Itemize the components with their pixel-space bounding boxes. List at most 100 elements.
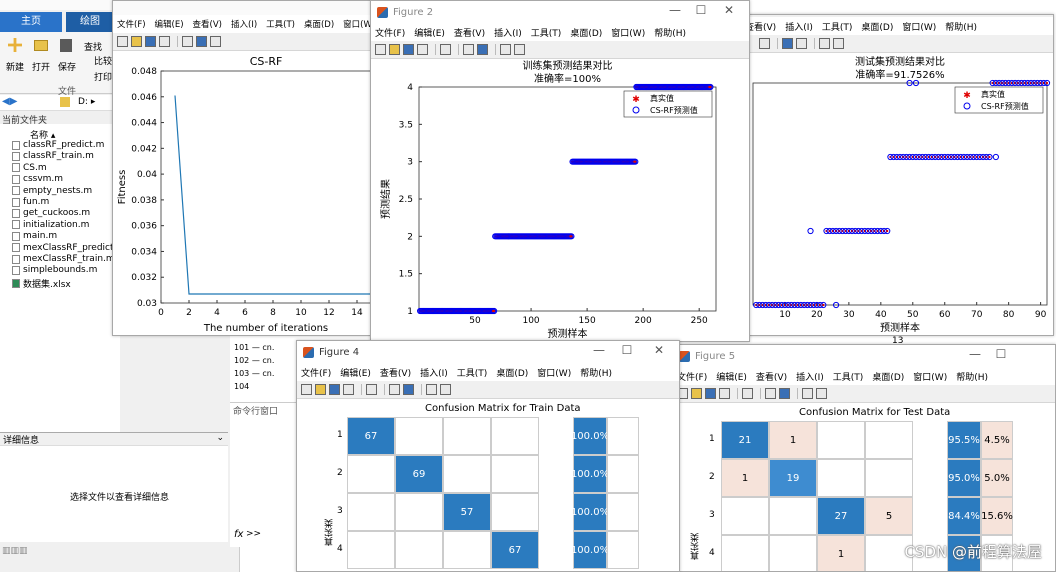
minimize-icon[interactable]: — bbox=[587, 343, 611, 357]
menu-item[interactable]: 帮助(H) bbox=[956, 370, 988, 383]
menu-item[interactable]: 窗口(W) bbox=[611, 26, 645, 39]
menu-item[interactable]: 查看(V) bbox=[380, 366, 411, 379]
x-tick-label: 4 bbox=[214, 308, 220, 318]
file-list-item[interactable]: CS.m bbox=[12, 163, 47, 173]
figure2-window: Figure 2 — ☐ ✕ 文件(F) 编辑(E) 查看(V) 插入(I) 工具(T)… bbox=[370, 0, 750, 342]
chevron-down-icon[interactable]: ⌄ bbox=[216, 433, 224, 443]
save-label[interactable]: 保存 bbox=[58, 60, 76, 73]
menu-item[interactable]: 插入(I) bbox=[796, 370, 824, 383]
menu-item[interactable]: 窗口(W) bbox=[913, 370, 947, 383]
colorbar-icon[interactable] bbox=[463, 44, 474, 55]
details-panel-header[interactable]: 详细信息 ⌄ bbox=[0, 432, 228, 446]
maximize-icon[interactable]: ☐ bbox=[615, 343, 639, 357]
menu-item[interactable]: 窗口(W) bbox=[537, 366, 571, 379]
nav-path[interactable]: D: ▸ bbox=[78, 97, 95, 107]
menu-item[interactable]: 工具(T) bbox=[531, 26, 562, 39]
menu-item[interactable]: 插入(I) bbox=[420, 366, 448, 379]
file-list-item[interactable]: simplebounds.m bbox=[12, 265, 97, 275]
file-list-item[interactable]: main.m bbox=[12, 231, 57, 241]
back-icon[interactable]: ◀▶ bbox=[2, 96, 17, 107]
menu-item[interactable]: 帮助(H) bbox=[654, 26, 686, 39]
csdn-watermark: CSDN @前程算法屋 bbox=[904, 543, 1042, 561]
y-tick-label: 2.5 bbox=[399, 195, 413, 205]
minimize-icon[interactable]: — bbox=[963, 347, 987, 361]
confusion-cell bbox=[769, 497, 817, 535]
tab-plots[interactable]: 绘图 bbox=[66, 12, 114, 32]
menu-item[interactable]: 编辑(E) bbox=[340, 366, 371, 379]
row-summary-cell: 100.0% bbox=[571, 455, 609, 493]
menu-item[interactable]: 查看(V) bbox=[454, 26, 485, 39]
legend-entry: 真实值 bbox=[981, 89, 1005, 99]
menu-item[interactable]: 插入(I) bbox=[494, 26, 522, 39]
menu-item[interactable]: 编辑(E) bbox=[716, 370, 747, 383]
open-label[interactable]: 打开 bbox=[32, 60, 50, 73]
menu-item[interactable]: 工具(T) bbox=[833, 370, 864, 383]
menu-item[interactable]: 文件(F) bbox=[375, 26, 405, 39]
menu-item[interactable]: 桌面(D) bbox=[872, 370, 904, 383]
save-icon[interactable] bbox=[60, 39, 72, 52]
file-list-item[interactable]: empty_nests.m bbox=[12, 186, 92, 196]
tab-home[interactable]: 主页 bbox=[0, 12, 62, 32]
file-list-item[interactable]: 数据集.xlsx bbox=[12, 277, 71, 290]
command-window[interactable]: 命令行窗口 fx >> bbox=[230, 402, 300, 547]
x-tick-label: 10 bbox=[779, 310, 791, 320]
new-icon[interactable] bbox=[8, 38, 22, 52]
figure4-titlebar: Figure 4 — ☐ ✕ bbox=[297, 341, 679, 363]
row-summary-cell: 100.0% bbox=[571, 417, 609, 455]
property-editor-icon[interactable] bbox=[514, 44, 525, 55]
menu-item[interactable]: 窗口(W) bbox=[902, 20, 936, 33]
menu-item[interactable]: 插入(I) bbox=[785, 20, 813, 33]
new-figure-icon[interactable] bbox=[375, 44, 386, 55]
file-list-item[interactable]: mexClassRF_predict.m bbox=[12, 243, 125, 253]
menu-item[interactable]: 工具(T) bbox=[822, 20, 853, 33]
open-file-icon[interactable] bbox=[389, 44, 400, 55]
file-list-item[interactable]: mexClassRF_train.mex bbox=[12, 254, 125, 264]
file-list-item[interactable]: get_cuckoos.m bbox=[12, 208, 90, 218]
legend-star-icon: ✱ bbox=[632, 95, 640, 105]
menu-item[interactable]: 帮助(H) bbox=[945, 20, 977, 33]
save-figure-icon[interactable] bbox=[403, 44, 414, 55]
file-list-item[interactable]: classRF_predict.m bbox=[12, 140, 104, 150]
compare-button[interactable]: 查找 bbox=[84, 40, 102, 53]
row-summary-cell: 84.4% bbox=[947, 497, 981, 535]
chart-title: 训练集预测结果对比 bbox=[523, 59, 613, 72]
folder-icon[interactable] bbox=[60, 97, 70, 107]
menu-item[interactable]: 桌面(D) bbox=[570, 26, 602, 39]
link-icon[interactable] bbox=[440, 44, 451, 55]
x-tick-label: 10 bbox=[295, 308, 307, 318]
maximize-icon[interactable]: ☐ bbox=[689, 3, 713, 17]
confusion-cell: 1 bbox=[721, 459, 769, 497]
menu-item[interactable]: 编辑(E) bbox=[414, 26, 445, 39]
command-prompt[interactable]: >> bbox=[246, 529, 261, 539]
file-list-item[interactable]: fun.m bbox=[12, 197, 49, 207]
menu-item[interactable]: 文件(F) bbox=[677, 370, 707, 383]
true-value-point bbox=[570, 235, 573, 238]
maximize-icon[interactable]: ☐ bbox=[989, 347, 1013, 361]
file-name: simplebounds.m bbox=[23, 265, 98, 276]
y-tick-label: 0.034 bbox=[131, 247, 157, 257]
file-list-item[interactable]: cssvm.m bbox=[12, 174, 63, 184]
menu-item[interactable]: 帮助(H) bbox=[580, 366, 612, 379]
menu-item[interactable]: 文件(F) bbox=[301, 366, 331, 379]
close-icon[interactable]: ✕ bbox=[717, 3, 741, 17]
y-tick-label: 1 bbox=[407, 307, 413, 317]
compare-label[interactable]: 比较 bbox=[94, 54, 112, 67]
m-file-icon bbox=[12, 197, 20, 207]
m-file-icon bbox=[12, 208, 20, 218]
menu-item[interactable]: 工具(T) bbox=[457, 366, 488, 379]
print-icon[interactable] bbox=[417, 44, 428, 55]
legend-icon[interactable] bbox=[477, 44, 488, 55]
minimize-icon[interactable]: — bbox=[663, 3, 687, 17]
new-label[interactable]: 新建 bbox=[6, 60, 24, 73]
file-list-item[interactable]: classRF_train.m bbox=[12, 151, 94, 161]
menu-item[interactable]: 桌面(D) bbox=[496, 366, 528, 379]
menu-item[interactable]: 桌面(D) bbox=[861, 20, 893, 33]
figure3-window: 查看(V) 插入(I) 工具(T) 桌面(D) 窗口(W) 帮助(H) 测试集预测结果对比… bbox=[740, 14, 1054, 336]
pointer-icon[interactable] bbox=[500, 44, 511, 55]
file-list-item[interactable]: initialization.m bbox=[12, 220, 89, 230]
open-icon[interactable] bbox=[34, 40, 48, 51]
close-icon[interactable]: ✕ bbox=[647, 343, 671, 357]
menu-item[interactable]: 查看(V) bbox=[756, 370, 787, 383]
figure3-chart: 测试集预测结果对比准确率=91.7526% 10 20 30 40 50 60 70 80 90 预… bbox=[752, 55, 1051, 334]
print-label[interactable]: 打印 bbox=[94, 70, 112, 83]
